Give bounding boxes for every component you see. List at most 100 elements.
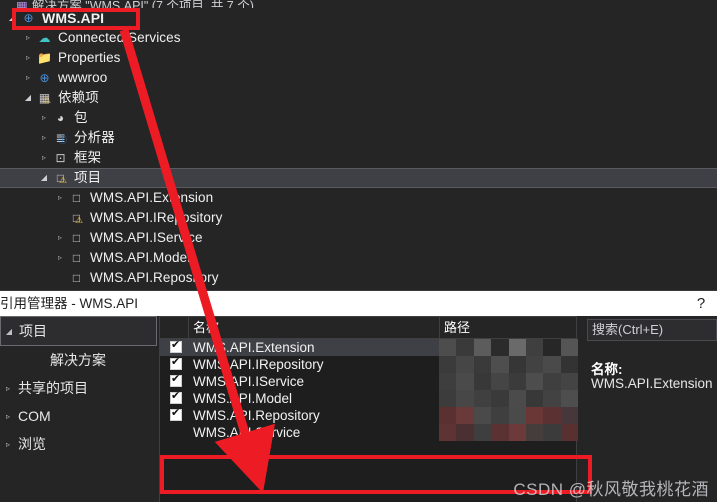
chevron-right-icon[interactable]: ▹ [53,248,67,268]
tree-node[interactable]: ▹ □ WMS.API.Model [0,248,717,268]
tree-node-label: 框架 [74,150,102,165]
row-checkbox[interactable] [170,373,182,387]
category-pane[interactable]: ◢ 项目 解决方案 ▹ 共享的项目 ▹ COM ▹ 浏览 [0,316,157,502]
chevron-right-icon[interactable]: ▹ [0,384,16,393]
reference-list-pane: 名称 路径 WMS.API.Extension WMS.API.IReposito… [159,316,578,502]
mosaic-block [473,373,492,390]
mosaic-block [508,407,527,424]
solution-header: ▦ 解决方案 "WMS.API" (7 个项目, 共 7 个) [0,0,717,8]
mosaic-block [491,424,509,441]
tree-node-label: WMS.API.IRepository [90,210,223,225]
cloud-icon: ☁ [38,31,51,45]
chevron-right-icon[interactable]: ▹ [37,108,51,128]
mosaic-block [560,373,578,390]
table-row[interactable]: WMS.API.Repository [160,407,578,424]
mosaic-block [543,407,561,424]
mosaic-block [543,356,561,373]
tree-node-label: 包 [74,110,88,125]
mosaic-block [560,424,578,441]
table-row[interactable]: WMS.API.Extension [160,339,578,356]
mosaic-block [508,339,527,356]
mosaic-block [560,339,578,356]
tree-node[interactable]: ▹ ≣ ⓘ 分析器 [0,128,717,148]
analyzer-icon: ≣ ⓘ [55,131,68,145]
column-header-path[interactable]: 路径 [439,317,470,339]
table-row[interactable]: WMS.API.Model [160,390,578,407]
help-icon[interactable]: ? [693,291,709,316]
tree-node[interactable]: ▹ ⊡ 框架 [0,148,717,168]
chevron-right-icon[interactable]: ▹ [0,440,16,449]
chevron-right-icon[interactable]: ▹ [21,48,35,68]
mosaic-block [491,407,509,424]
tree-node[interactable]: ▹ ◕ 包 [0,108,717,128]
globe-icon: ⊕ [39,71,50,85]
row-checkbox[interactable] [170,390,182,404]
chevron-right-icon[interactable]: ▹ [53,188,67,208]
category-label: 解决方案 [50,352,106,368]
mosaic-block [439,424,457,441]
row-checkbox[interactable] [170,339,182,353]
chevron-right-icon[interactable]: ▹ [37,128,51,148]
mosaic-block [491,339,509,356]
mosaic-block [439,339,457,356]
category-item[interactable]: ▹ 共享的项目 [0,374,157,402]
tree-node[interactable]: ◢ ⊕ WMS.API [0,8,717,28]
tree-node[interactable]: ▹ □ WMS.API.Extension [0,188,717,208]
category-label: 共享的项目 [18,380,88,396]
category-item[interactable]: ▹ 浏览 [0,430,157,458]
tree-node[interactable]: ▹ ⊕ wwwroo [0,68,717,88]
mosaic-block [526,424,544,441]
warning-icon: ⚠ [59,175,68,185]
warning-icon: ⚠ [43,95,52,105]
chevron-down-icon[interactable]: ◢ [5,8,19,28]
search-input[interactable]: 搜索(Ctrl+E) [587,319,717,341]
framework-icon: ⊡ [55,151,66,165]
table-row[interactable]: WMS.API.Service [160,424,578,441]
column-header-name[interactable]: 名称 [189,317,219,339]
chevron-right-icon[interactable]: ▹ [0,412,16,421]
tree-node[interactable]: □ WMS.API.Repository [0,268,717,288]
table-row[interactable]: WMS.API.IService [160,373,578,390]
mosaic-block [473,407,492,424]
column-header-check [160,317,189,339]
tree-node-label: WMS.API.IService [90,230,203,245]
tree-node[interactable]: ▹ □ WMS.API.IService [0,228,717,248]
tree-node[interactable]: ▹ ☁ Connected Services [0,28,717,48]
tree-node[interactable]: ◢ □ ⚠ 项目 [0,168,717,188]
chevron-right-icon[interactable]: ▹ [21,68,35,88]
tree-node-label: WMS.API.Extension [90,190,214,205]
mosaic-block [543,424,561,441]
category-item[interactable]: ▹ COM [0,402,157,430]
row-checkbox[interactable] [170,407,182,421]
category-item[interactable]: ◢ 项目 [0,316,157,346]
tree-node[interactable]: □ ⚠ WMS.API.IRepository [0,208,717,228]
chevron-down-icon[interactable]: ◢ [37,168,51,188]
row-path-redacted [439,373,578,390]
mosaic-block [491,356,509,373]
reference-list[interactable]: WMS.API.Extension WMS.API.IRepository WMS.… [160,339,578,441]
chevron-right-icon[interactable]: ▹ [21,28,35,48]
tree-node-label: 项目 [74,170,102,185]
mosaic-block [508,356,527,373]
mosaic-block [560,390,578,407]
chevron-down-icon[interactable]: ◢ [21,88,35,108]
list-header: 名称 路径 [160,317,576,339]
row-name: WMS.API.IService [193,374,305,389]
chevron-right-icon[interactable]: ▹ [53,228,67,248]
tree-node-label: Properties [58,50,121,65]
table-row[interactable]: WMS.API.IRepository [160,356,578,373]
mosaic-block [526,339,544,356]
mosaic-block [508,424,527,441]
category-item[interactable]: 解决方案 [0,346,157,374]
tree-node-label: WMS.API.Repository [90,270,219,285]
mosaic-block [560,407,578,424]
chevron-down-icon[interactable]: ◢ [1,327,17,336]
mosaic-block [508,390,527,407]
row-checkbox[interactable] [170,356,182,370]
tree-node[interactable]: ◢ ▦ ⚠ 依赖项 [0,88,717,108]
chevron-right-icon[interactable]: ▹ [37,148,51,168]
category-label: COM [18,408,51,424]
mosaic-block [473,356,492,373]
project-tree[interactable]: ◢ ⊕ WMS.API ▹ ☁ Connected Services ▹ 📁 Propertie… [0,8,717,288]
tree-node[interactable]: ▹ 📁 Properties [0,48,717,68]
